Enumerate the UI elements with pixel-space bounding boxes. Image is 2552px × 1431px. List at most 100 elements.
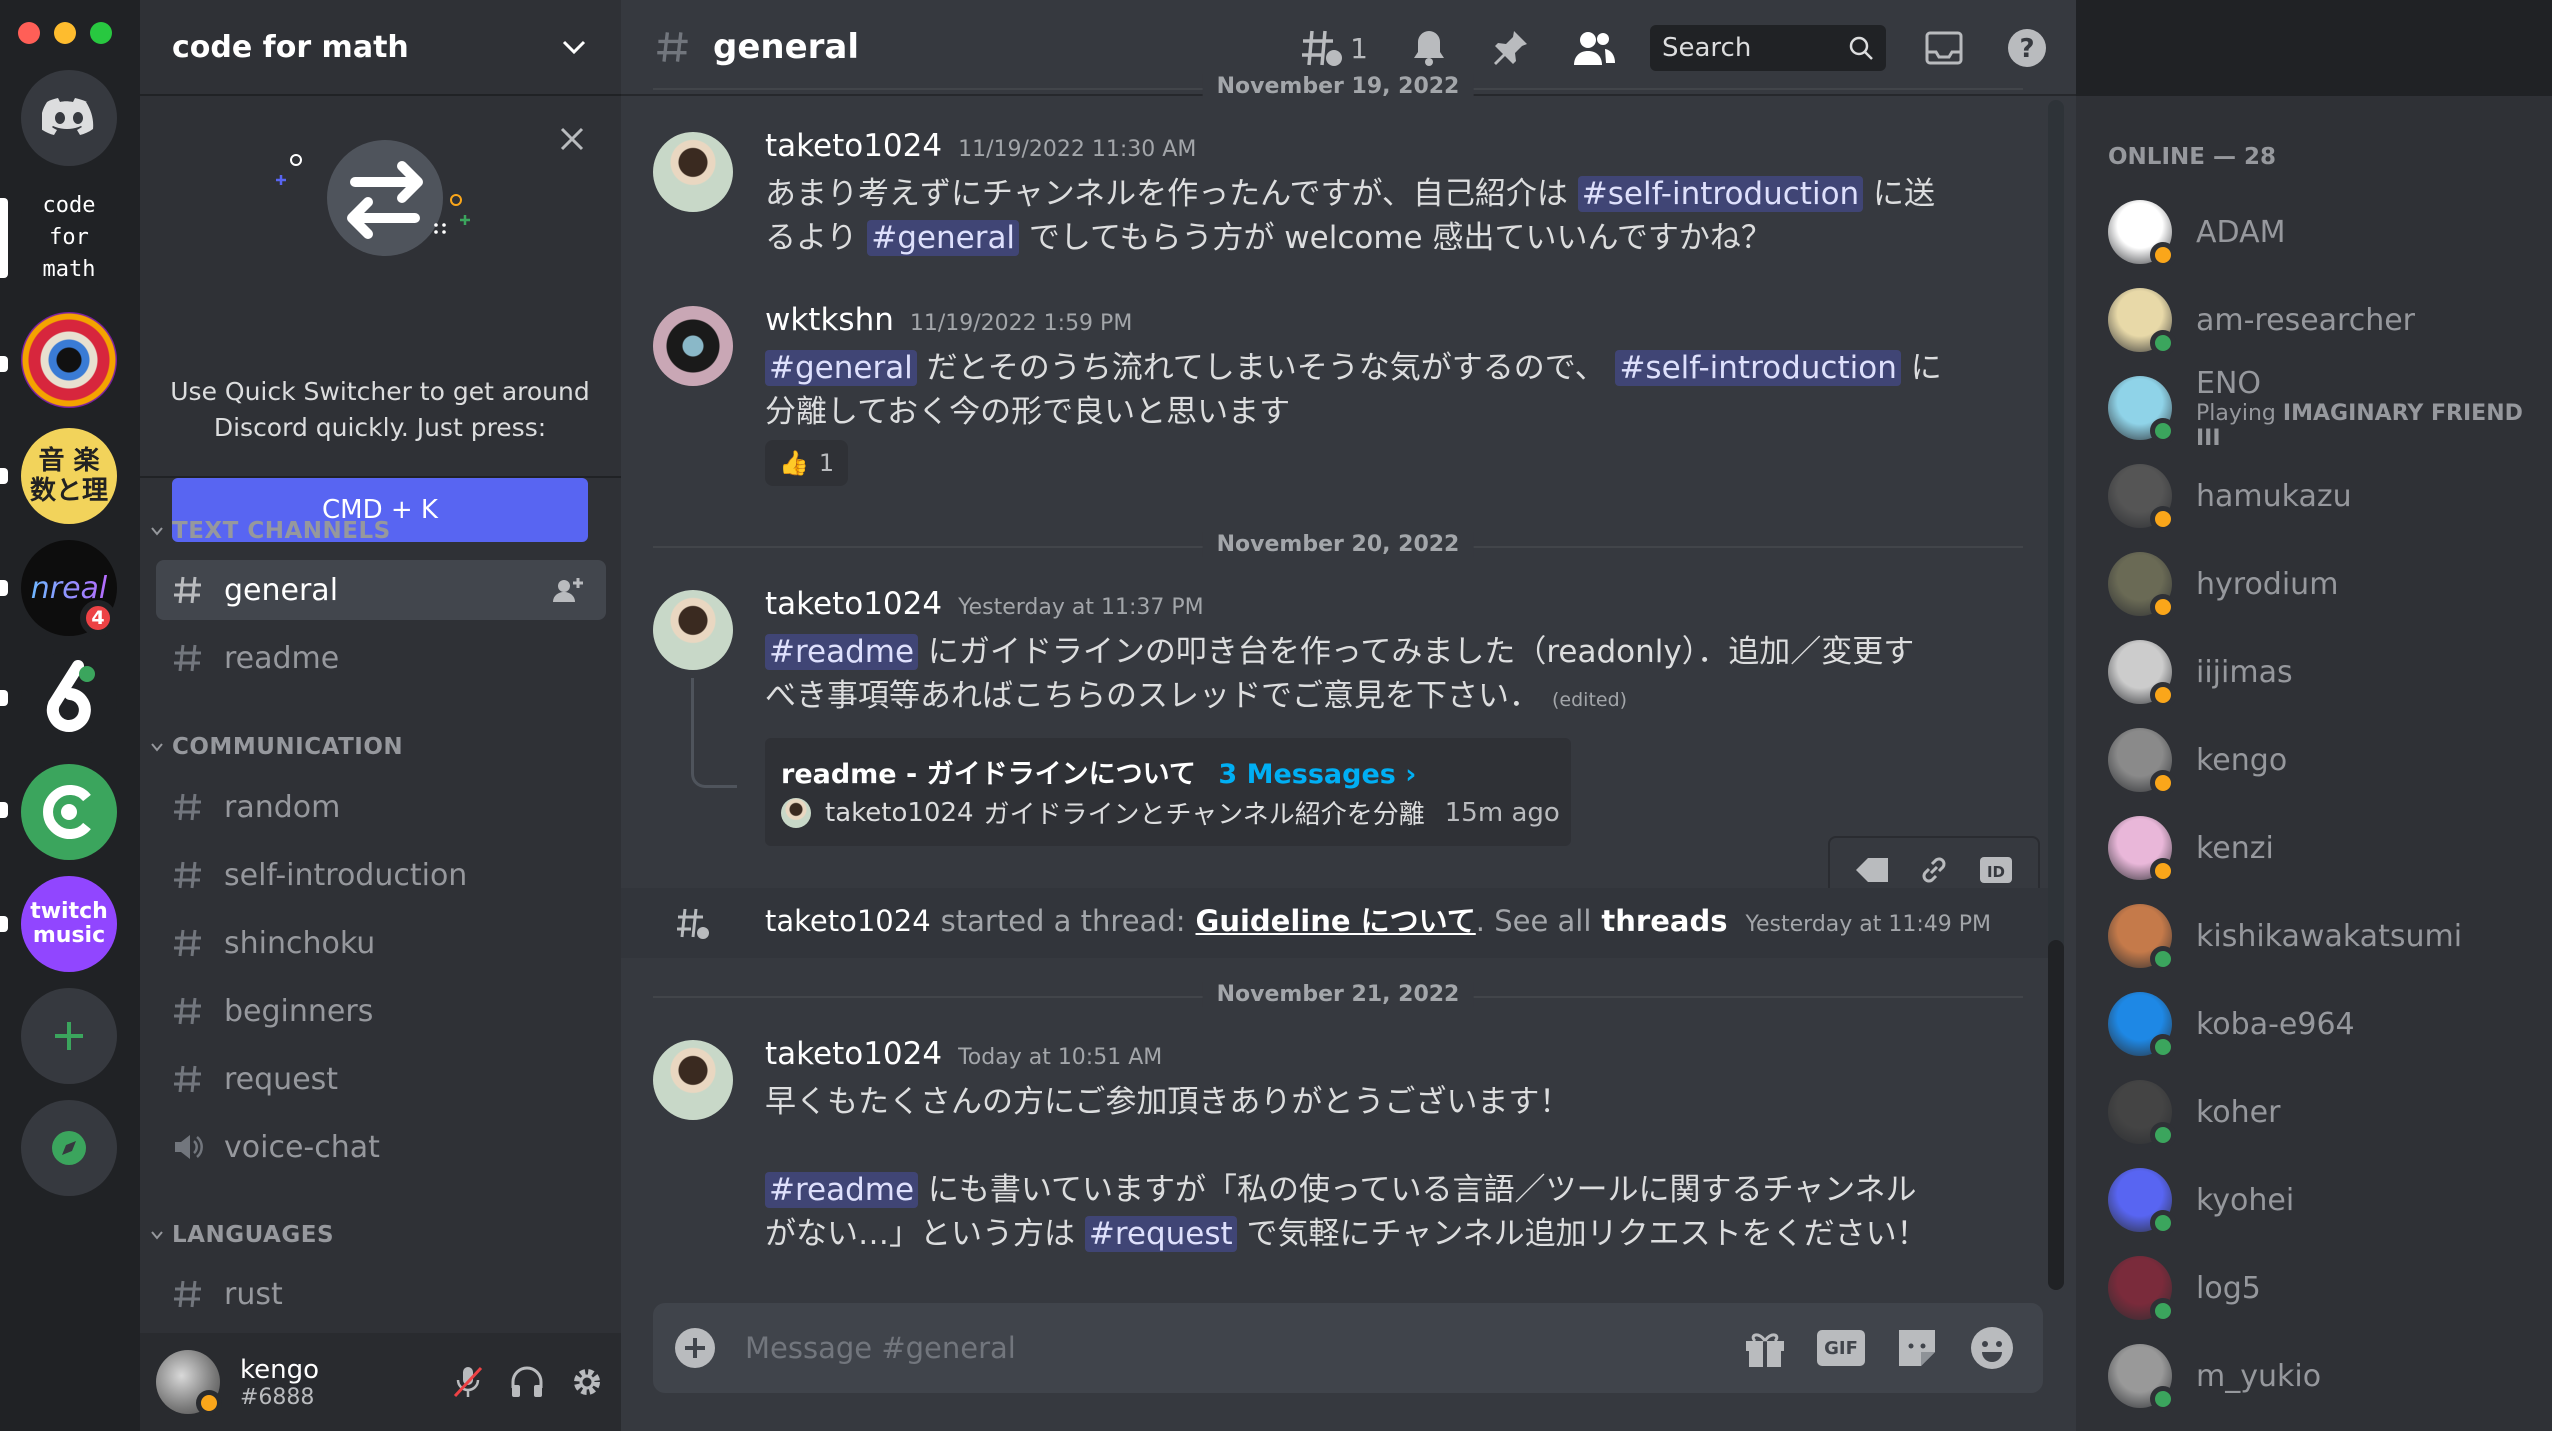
channel-mention[interactable]: #request bbox=[1084, 1216, 1237, 1252]
channel-mention[interactable]: #self-introduction bbox=[1577, 176, 1864, 212]
chat-scrollbar[interactable] bbox=[2048, 100, 2064, 1290]
user-avatar-wrap[interactable] bbox=[156, 1350, 222, 1416]
help-icon[interactable]: ? bbox=[2006, 27, 2048, 69]
avatar[interactable] bbox=[653, 306, 733, 386]
member-item[interactable]: kenzi bbox=[2108, 808, 2548, 888]
member-item[interactable]: koba-e964 bbox=[2108, 984, 2548, 1064]
threads-button[interactable]: 1 bbox=[1300, 28, 1368, 68]
member-name: koher bbox=[2196, 1094, 2281, 1130]
thread-icon bbox=[677, 908, 709, 939]
member-list-icon[interactable] bbox=[1572, 29, 1616, 67]
explore-servers-button[interactable] bbox=[21, 1100, 117, 1196]
message-content: 早くもたくさんの方にご参加頂きありがとうございます！ #readme にも書いて… bbox=[765, 1080, 1965, 1256]
channel-shinchoku[interactable]: shinchoku bbox=[156, 913, 606, 973]
channel-beginners[interactable]: beginners bbox=[156, 981, 606, 1041]
gif-button[interactable]: GIF bbox=[1817, 1330, 1865, 1366]
green-c-icon bbox=[43, 785, 91, 839]
home-button[interactable] bbox=[21, 70, 117, 166]
member-item[interactable]: ENO Playing IMAGINARY FRIEND III bbox=[2108, 366, 2548, 451]
tag-icon[interactable] bbox=[1854, 854, 1890, 886]
member-item[interactable]: am-researcher bbox=[2108, 280, 2548, 360]
pin-icon[interactable] bbox=[1490, 28, 1530, 68]
member-item[interactable]: hamukazu bbox=[2108, 456, 2548, 536]
message-author[interactable]: wktkshn bbox=[765, 302, 894, 338]
channel-mention[interactable]: #general bbox=[765, 350, 917, 386]
avatar[interactable] bbox=[653, 132, 733, 212]
mute-microphone-icon[interactable] bbox=[451, 1364, 485, 1400]
channel-label: random bbox=[224, 789, 341, 825]
thread-message-count[interactable]: 3 Messages › bbox=[1218, 759, 1416, 790]
message-author[interactable]: taketo1024 bbox=[765, 586, 942, 622]
maximize-window-button[interactable] bbox=[90, 22, 112, 44]
close-window-button[interactable] bbox=[18, 22, 40, 44]
message[interactable]: wktkshn 11/19/2022 1:59 PM #general だとその… bbox=[621, 302, 2041, 502]
member-item[interactable]: koher bbox=[2108, 1072, 2548, 1152]
channel-random[interactable]: random bbox=[156, 777, 606, 837]
threads-link[interactable]: threads bbox=[1601, 904, 1727, 938]
category-text-channels[interactable]: TEXT CHANNELS bbox=[150, 518, 391, 544]
message-input[interactable]: Message #general bbox=[745, 1331, 1743, 1365]
add-server-button[interactable] bbox=[21, 988, 117, 1084]
member-item[interactable]: kyohei bbox=[2108, 1160, 2548, 1240]
add-attachment-icon[interactable] bbox=[673, 1326, 717, 1370]
minimize-window-button[interactable] bbox=[54, 22, 76, 44]
channel-readme[interactable]: readme bbox=[156, 628, 606, 688]
server-six[interactable] bbox=[21, 652, 117, 748]
member-item[interactable]: kishikawakatsumi bbox=[2108, 896, 2548, 976]
notification-bell-icon[interactable] bbox=[1410, 28, 1448, 68]
member-item[interactable]: kengo bbox=[2108, 720, 2548, 800]
server-twitch-music[interactable]: twitch music bbox=[21, 876, 117, 972]
message-author[interactable]: taketo1024 bbox=[765, 904, 931, 938]
inbox-icon[interactable] bbox=[1924, 30, 1964, 66]
category-languages[interactable]: LANGUAGES bbox=[150, 1222, 334, 1248]
server-ongaku-suuri[interactable]: 音 楽 数と理 bbox=[21, 428, 117, 524]
message[interactable]: taketo1024 Today at 10:51 AM 早くもたくさんの方にご… bbox=[621, 1036, 2041, 1256]
channel-mention[interactable]: #readme bbox=[765, 634, 919, 670]
message-text: にも書いていますが「私の使っている言語／ツールに関するチャンネル bbox=[927, 1172, 1917, 1208]
close-icon[interactable] bbox=[559, 126, 585, 152]
message-author[interactable]: taketo1024 bbox=[765, 1036, 942, 1072]
thread-link[interactable]: Guideline について bbox=[1196, 898, 1476, 940]
add-member-icon[interactable] bbox=[552, 576, 584, 604]
avatar[interactable] bbox=[653, 590, 733, 670]
channel-mention[interactable]: #readme bbox=[765, 1172, 919, 1208]
system-message[interactable]: taketo1024 started a thread: Guideline に… bbox=[621, 888, 2061, 958]
channel-request[interactable]: request bbox=[156, 1049, 606, 1109]
scroll-thumb[interactable] bbox=[2048, 940, 2064, 1290]
avatar[interactable] bbox=[653, 1040, 733, 1120]
member-item[interactable]: ADAM bbox=[2108, 192, 2548, 272]
channel-self-introduction[interactable]: self-introduction bbox=[156, 845, 606, 905]
guild-header[interactable]: code for math bbox=[140, 0, 621, 96]
link-icon[interactable] bbox=[1917, 853, 1951, 887]
server-code-for-math[interactable]: code for math bbox=[21, 190, 117, 286]
channel-voice-chat[interactable]: voice-chat bbox=[156, 1117, 606, 1177]
member-text: hamukazu bbox=[2172, 479, 2352, 514]
thread-preview[interactable]: readme - ガイドラインについて 3 Messages › taketo1… bbox=[765, 738, 1571, 846]
settings-gear-icon[interactable] bbox=[569, 1364, 605, 1400]
message[interactable]: taketo1024 Yesterday at 11:37 PM #readme… bbox=[621, 586, 2041, 846]
unread-indicator bbox=[0, 356, 8, 372]
message-author[interactable]: taketo1024 bbox=[765, 128, 942, 164]
hash-icon bbox=[174, 793, 201, 821]
channel-rust[interactable]: rust bbox=[156, 1264, 606, 1324]
channel-mention[interactable]: #general bbox=[867, 220, 1020, 256]
channel-mention[interactable]: #self-introduction bbox=[1615, 350, 1901, 386]
reaction-button[interactable]: 👍 1 bbox=[765, 440, 849, 486]
server-green[interactable] bbox=[21, 764, 117, 860]
member-item[interactable]: hyrodium bbox=[2108, 544, 2548, 624]
copy-id-icon[interactable]: ID bbox=[1978, 854, 2014, 886]
sticker-icon[interactable] bbox=[1895, 1326, 1939, 1370]
message[interactable]: taketo1024 11/19/2022 11:30 AM あまり考えずにチャ… bbox=[621, 128, 2041, 288]
headphones-icon[interactable] bbox=[509, 1364, 545, 1400]
emoji-icon[interactable] bbox=[1969, 1325, 2015, 1371]
channel-general[interactable]: general bbox=[156, 560, 606, 620]
member-item[interactable]: m_yukio bbox=[2108, 1336, 2548, 1416]
category-communication[interactable]: COMMUNICATION bbox=[150, 734, 403, 760]
member-name: hamukazu bbox=[2196, 478, 2352, 514]
server-eye-art[interactable] bbox=[21, 312, 117, 408]
member-item[interactable]: log5 bbox=[2108, 1248, 2548, 1328]
category-label: TEXT CHANNELS bbox=[172, 518, 391, 544]
search-input[interactable]: Search bbox=[1650, 25, 1886, 71]
member-item[interactable]: iijimas bbox=[2108, 632, 2548, 712]
gift-icon[interactable] bbox=[1743, 1327, 1787, 1369]
